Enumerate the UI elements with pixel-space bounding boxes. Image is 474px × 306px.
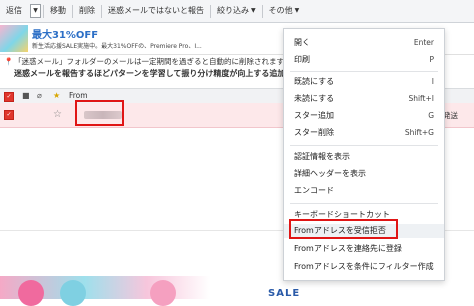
menu-item-print[interactable]: 印刷 P: [284, 53, 444, 67]
promo-thumbnail: [0, 25, 28, 52]
menu-divider: [290, 145, 438, 146]
menu-item-remove-star[interactable]: スター削除 Shift+G: [284, 126, 444, 140]
menu-item-add-star[interactable]: スター追加 G: [284, 109, 444, 123]
reply-button[interactable]: 返信: [0, 0, 28, 22]
notice-line: 📍「迷惑メール」フォルダーのメールは一定期間を過ぎると自動的に削除されます: [4, 56, 284, 67]
block-sender-highlight-box: [289, 219, 398, 239]
star-icon: ★: [53, 91, 61, 100]
filter-label: 絞り込み: [217, 6, 249, 15]
toolbar: 返信 ▼ 移動 削除 迷惑メールではないと報告 絞り込み ▼ その他 ▼: [0, 0, 474, 23]
move-button[interactable]: 移動: [44, 0, 72, 22]
menu-item-create-filter[interactable]: Fromアドレスを条件にフィルター作成: [284, 260, 444, 274]
row-subject-fragment: 発送: [443, 111, 458, 120]
star-icon[interactable]: ☆: [53, 109, 62, 120]
menu-item-encode[interactable]: エンコード: [284, 184, 444, 198]
menu-item-detail-header[interactable]: 詳細ヘッダーを表示: [284, 167, 444, 181]
other-button[interactable]: その他 ▼: [263, 0, 306, 22]
menu-item-mark-read[interactable]: 既読にする I: [284, 75, 444, 89]
other-label: その他: [268, 6, 293, 15]
menu-divider: [290, 71, 438, 72]
from-highlight-box: [75, 100, 124, 126]
ad-circle-graphic: [60, 280, 86, 306]
flag-icon: ■: [22, 91, 30, 100]
other-dropdown-menu: 開く Enter 印刷 P 既読にする I 未読にする Shift+I スター追加 G ス…: [283, 28, 445, 281]
ad-circle-graphic: [150, 280, 176, 306]
row-checkbox[interactable]: ✓: [4, 110, 14, 120]
filter-button[interactable]: 絞り込み ▼: [211, 0, 262, 22]
menu-item-auth-info[interactable]: 認証情報を表示: [284, 150, 444, 164]
reply-dropdown-icon[interactable]: ▼: [30, 4, 41, 18]
from-column-header[interactable]: From: [69, 91, 88, 100]
menu-item-mark-unread[interactable]: 未読にする Shift+I: [284, 92, 444, 106]
menu-item-open[interactable]: 開く Enter: [284, 36, 444, 50]
menu-item-add-contact[interactable]: Fromアドレスを連絡先に登録: [284, 242, 444, 256]
chevron-down-icon: ▼: [294, 7, 300, 14]
delete-button[interactable]: 削除: [73, 0, 101, 22]
chevron-down-icon: ▼: [251, 7, 256, 14]
promo-title: 最大31%OFF: [32, 30, 99, 41]
ad-circle-graphic: [18, 280, 44, 306]
promo-subtitle: 新生活応援SALE実施中。最大31%OFFの、Premiere Pro、I...: [32, 43, 202, 50]
not-spam-button[interactable]: 迷惑メールではないと報告: [102, 0, 210, 22]
pin-icon: 📍: [4, 57, 14, 66]
attachment-icon: ⌀: [37, 91, 42, 100]
ad-sale-text: SALE: [268, 288, 301, 299]
select-all-checkbox[interactable]: ✓: [4, 92, 14, 102]
notice-text: 「迷惑メール」フォルダーのメールは一定期間を過ぎると自動的に削除されます: [14, 57, 284, 66]
menu-divider: [290, 203, 438, 204]
